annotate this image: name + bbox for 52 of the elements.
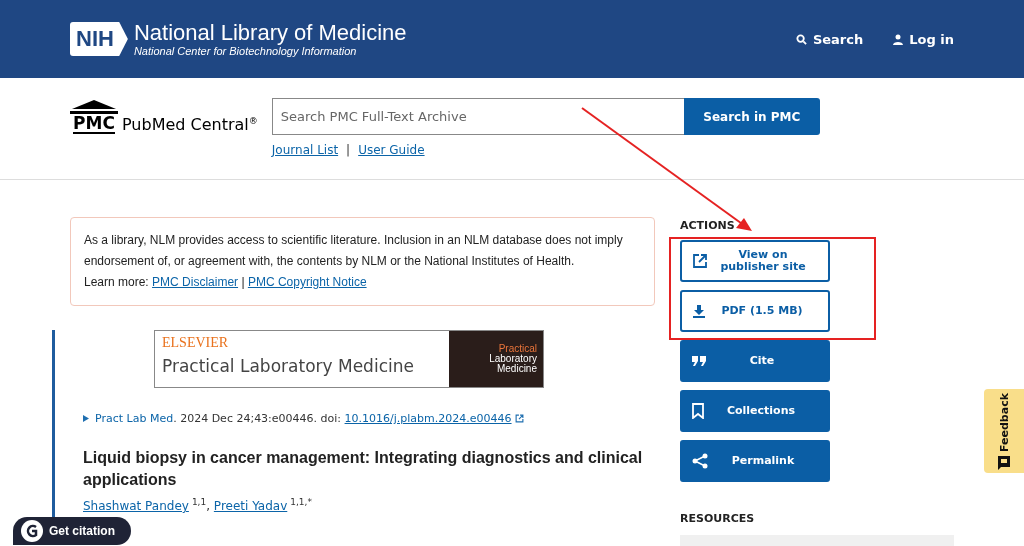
journal-list-link[interactable]: Journal List <box>271 143 339 157</box>
learn-more-label: Learn more: <box>84 275 149 289</box>
get-citation-button[interactable]: Get citation <box>13 517 131 545</box>
action-button[interactable]: Permalink <box>680 440 830 482</box>
nih-logo[interactable]: NIH <box>70 22 128 56</box>
search-field[interactable]: Search PMC Full-Text Archive <box>271 98 684 135</box>
author-link[interactable]: Preeti Yadav <box>213 499 288 513</box>
action-button[interactable]: Cite <box>680 340 830 382</box>
publisher-name: ELSEVIER <box>162 335 230 351</box>
triangle-icon <box>83 415 89 422</box>
cover-title: Medicine <box>496 364 537 374</box>
comma: , <box>206 499 212 513</box>
doi-link[interactable]: 10.1016/j.plabm.2024.e00446 <box>344 412 512 425</box>
action-button[interactable]: Collections <box>680 390 830 432</box>
separator: | <box>241 275 245 289</box>
site-title: National Library of Medicine <box>133 21 407 45</box>
feedback-tab[interactable]: Feedback <box>984 389 1024 473</box>
external-link-icon <box>692 253 708 269</box>
building-roof-icon <box>70 100 118 114</box>
download-icon <box>692 304 706 318</box>
search-button[interactable]: Search in PMC <box>683 98 820 135</box>
separator: | <box>346 143 351 157</box>
feedback-icon <box>998 455 1010 470</box>
journal-name: Practical Laboratory Medicine <box>162 356 415 376</box>
article-title: Liquid biopsy in cancer management: Integrating diagnostics and clinical applications <box>83 448 644 490</box>
resources-heading: RESOURCES <box>680 512 756 525</box>
journal-banner[interactable]: ELSEVIER Practical Laboratory Medicine Practical Laboratory Medicine <box>154 330 544 388</box>
citation-details: . 2024 Dec 24;43:e00446. doi: <box>173 412 343 425</box>
action-button[interactable]: View on publisher site <box>680 240 830 282</box>
user-icon <box>893 33 904 45</box>
pmc-logo-text: PubMed Central$^{®}$ <box>122 115 258 134</box>
pmc-logo-mark: PMC <box>73 114 115 134</box>
author-link[interactable]: Shashwat Pandey <box>83 499 189 513</box>
actions-heading: ACTIONS <box>680 219 736 232</box>
share-icon <box>692 453 708 469</box>
external-link-icon <box>514 414 524 423</box>
user-guide-link[interactable]: User Guide <box>358 143 425 157</box>
action-button[interactable]: PDF (1.5 MB) <box>680 290 830 332</box>
search-link[interactable]: Search <box>795 31 864 47</box>
disclaimer-link[interactable]: PMC Disclaimer <box>152 275 239 289</box>
site-subtitle: National Center for Biotechnology Information <box>133 45 358 57</box>
login-link[interactable]: Log in <box>893 31 954 47</box>
citation-logo-icon <box>21 520 43 542</box>
copyright-link[interactable]: PMC Copyright Notice <box>247 275 367 289</box>
cover-title: Laboratory <box>489 354 537 364</box>
affiliation-mark: 1,1 <box>191 497 207 507</box>
bookmark-icon <box>692 403 704 419</box>
cover-title: Practical <box>498 344 537 354</box>
affiliation-mark: 1,1,* <box>290 497 312 507</box>
disclaimer-text: As a library, NLM provides access to scientific literature. Inclusion in an NLM database does not imply endorsement of, or agreement with, the contents by NLM or the National Institutes of Health. <box>84 233 623 268</box>
quote-icon <box>692 356 706 366</box>
search-icon <box>795 33 807 45</box>
